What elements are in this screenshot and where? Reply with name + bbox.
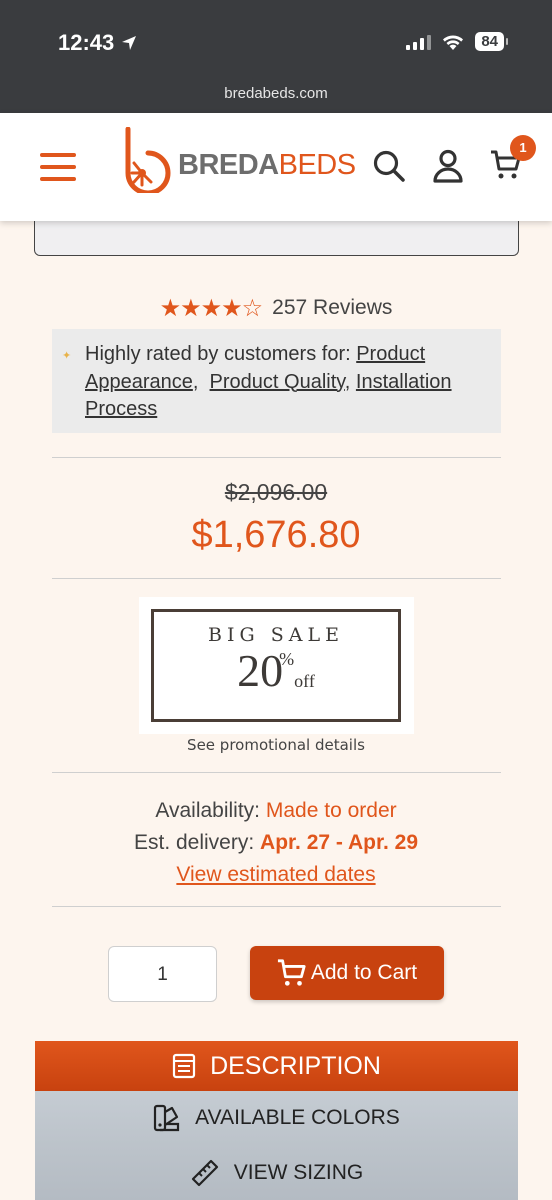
- status-icons: 84: [406, 32, 508, 51]
- logo-mark-icon: [125, 127, 171, 193]
- highlight-tag[interactable]: Product Quality: [210, 371, 345, 393]
- reviews-count[interactable]: 257 Reviews: [272, 296, 392, 320]
- add-to-cart-label: Add to Cart: [310, 961, 418, 984]
- promo-banner[interactable]: BIG SALE 20 % off: [139, 597, 414, 734]
- promo-title: BIG SALE: [208, 624, 344, 646]
- time-text: 12:43: [58, 30, 115, 55]
- address-bar-url[interactable]: bredabeds.com: [0, 85, 552, 102]
- color-swatch-icon: [154, 1104, 180, 1132]
- divider: [52, 906, 501, 907]
- brand-logo[interactable]: BREDABEDS: [120, 127, 356, 193]
- status-time: 12:43: [58, 30, 138, 56]
- promo-discount: 20 % off: [154, 648, 398, 694]
- availability-value: Made to order: [265, 799, 397, 822]
- tab-description[interactable]: DESCRIPTION: [35, 1041, 518, 1091]
- promo-frame: BIG SALE 20 % off: [151, 609, 401, 722]
- ruler-icon: [191, 1159, 218, 1186]
- tab-available-colors[interactable]: AVAILABLE COLORS: [35, 1091, 518, 1145]
- original-price: $2,096.00: [224, 479, 328, 505]
- sparkle-icon: ✦: [62, 350, 72, 362]
- menu-icon[interactable]: [40, 153, 76, 181]
- delivery-label: Est. delivery:: [133, 831, 255, 854]
- tab-colors-label: AVAILABLE COLORS: [195, 1106, 400, 1129]
- signal-icon: [406, 34, 432, 50]
- site-header: BREDABEDS 1: [0, 113, 552, 221]
- account-icon[interactable]: [432, 149, 464, 183]
- quantity-input[interactable]: 1: [108, 946, 217, 1002]
- tab-view-sizing[interactable]: VIEW SIZING: [35, 1145, 518, 1200]
- view-estimated-dates-link[interactable]: View estimated dates: [176, 863, 375, 886]
- promo-number: 20: [237, 645, 284, 696]
- promo-off: off: [294, 671, 315, 691]
- review-highlights: ✦ Highly rated by customers for: Product…: [52, 329, 501, 433]
- document-icon: [172, 1053, 196, 1079]
- availability-row: Availability: Made to order: [0, 795, 552, 827]
- rating-stars: ★★★★☆: [159, 294, 264, 322]
- add-to-cart-button[interactable]: Add to Cart: [250, 946, 444, 1000]
- availability-label: Availability:: [155, 799, 261, 822]
- availability-section: Availability: Made to order Est. deliver…: [0, 795, 552, 891]
- cart-button[interactable]: 1: [490, 135, 536, 185]
- delivery-row: Est. delivery: Apr. 27 - Apr. 29: [0, 827, 552, 859]
- search-icon[interactable]: [372, 149, 406, 183]
- product-rating[interactable]: ★★★★☆ 257 Reviews: [0, 294, 552, 322]
- divider: [52, 457, 501, 458]
- status-bar: 12:43 84 bredabeds.com: [0, 0, 552, 113]
- logo-wordmark: BREDABEDS: [178, 148, 356, 181]
- tab-description-label: DESCRIPTION: [210, 1051, 381, 1080]
- location-arrow-icon: [122, 36, 137, 50]
- cart-count-badge: 1: [510, 135, 536, 161]
- wifi-icon: [443, 35, 464, 50]
- divider: [52, 578, 501, 579]
- tab-sizing-label: VIEW SIZING: [233, 1160, 364, 1184]
- divider: [52, 772, 501, 773]
- promo-details-link[interactable]: See promotional details: [0, 736, 552, 754]
- delivery-dates: Apr. 27 - Apr. 29: [260, 831, 418, 854]
- highlights-intro: Highly rated by customers for:: [85, 343, 351, 365]
- sale-price: $1,676.80: [191, 514, 361, 556]
- battery-indicator: 84: [475, 32, 508, 51]
- cart-icon: [277, 959, 306, 986]
- promo-percent: %: [279, 649, 295, 669]
